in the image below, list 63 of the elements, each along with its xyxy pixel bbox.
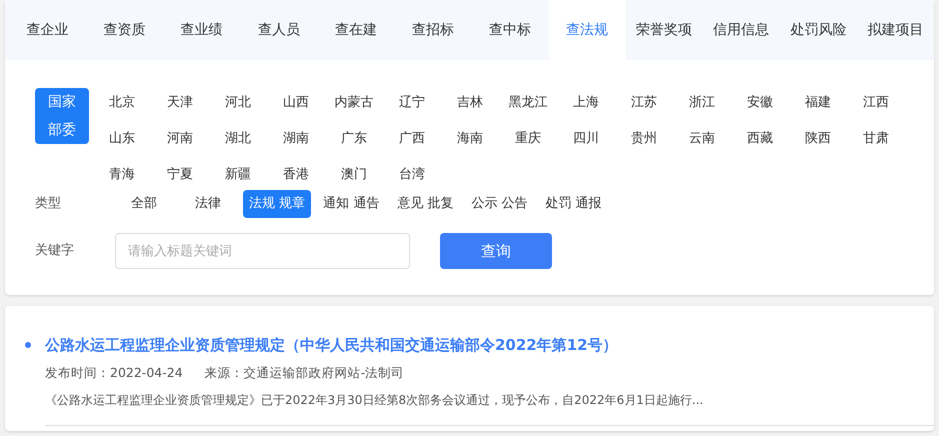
- type-option[interactable]: 法律: [189, 190, 227, 218]
- nav-tab[interactable]: 查中标: [471, 0, 549, 60]
- region-option[interactable]: 澳门: [337, 163, 371, 187]
- region-option[interactable]: 河北: [221, 91, 255, 115]
- region-option[interactable]: 湖南: [279, 127, 313, 151]
- region-option[interactable]: 贵州: [627, 127, 661, 151]
- region-option[interactable]: 辽宁: [395, 91, 429, 115]
- region-option[interactable]: 西藏: [743, 127, 777, 151]
- region-option[interactable]: 新疆: [221, 163, 255, 187]
- region-option[interactable]: 青海: [105, 163, 139, 187]
- nav-tab[interactable]: 查企业: [9, 0, 86, 60]
- nav-tab[interactable]: 查招标: [394, 0, 472, 60]
- nav-tab[interactable]: 荣誉奖项: [626, 0, 703, 60]
- type-option[interactable]: 意见 批复: [391, 190, 460, 218]
- result-summary: 《公路水运工程监理企业资质管理规定》已于2022年3月30日经第8次部务会议通过，现予公布，自2022年6月1日起施行...: [45, 392, 704, 409]
- type-option[interactable]: 全部: [125, 190, 163, 218]
- publish-date: 发布时间：2022-04-24: [45, 364, 183, 382]
- region-option[interactable]: 云南: [685, 127, 719, 151]
- region-option[interactable]: 海南: [453, 127, 487, 151]
- source-text: 来源：交通运输部政府网站-法制司: [204, 364, 404, 382]
- region-option[interactable]: 天津: [163, 91, 197, 115]
- nav-tab[interactable]: 查业绩: [163, 0, 240, 60]
- region-option[interactable]: 广东: [337, 127, 371, 151]
- region-option[interactable]: 陕西: [801, 127, 835, 151]
- filter-label: 类型: [35, 195, 62, 214]
- nav-tab[interactable]: 信用信息: [702, 0, 780, 60]
- region-option[interactable]: 四川: [569, 127, 603, 151]
- region-option[interactable]: 江西: [859, 91, 893, 115]
- search-button[interactable]: 查询: [440, 233, 552, 269]
- region-option[interactable]: 重庆: [511, 127, 545, 151]
- region-option[interactable]: 福建: [801, 91, 835, 115]
- region-option[interactable]: 广西: [395, 127, 429, 151]
- type-option[interactable]: 通知 通告: [317, 190, 386, 218]
- type-option[interactable]: 处罚 通报: [540, 190, 608, 218]
- nav-tab[interactable]: 处罚风险: [780, 0, 857, 60]
- nav-tab[interactable]: 查法规: [548, 0, 626, 60]
- nav-tab[interactable]: 拟建项目: [856, 0, 934, 60]
- region-option[interactable]: 内蒙古: [330, 91, 378, 115]
- type-option[interactable]: 法规 规章: [243, 190, 312, 218]
- nav-tab[interactable]: 查人员: [240, 0, 318, 60]
- nav-tab[interactable]: 查在建: [317, 0, 394, 60]
- region-option[interactable]: 黑龙江: [504, 91, 552, 115]
- type-option[interactable]: 公示 公告: [465, 190, 534, 218]
- region-option[interactable]: 吉林: [453, 91, 487, 115]
- region-option[interactable]: 北京: [105, 91, 139, 115]
- filter-label: 关键字: [35, 242, 75, 260]
- region-option[interactable]: 山西: [279, 91, 313, 115]
- region-option[interactable]: 安徽: [743, 91, 777, 115]
- region-button[interactable]: 国家部委: [35, 88, 89, 144]
- nav-tab[interactable]: 查资质: [86, 0, 164, 60]
- region-option[interactable]: 台湾: [395, 163, 429, 187]
- keyword-field[interactable]: 请输入标题关键词: [115, 233, 410, 269]
- region-option[interactable]: 江苏: [627, 91, 661, 115]
- region-option[interactable]: 湖北: [221, 127, 255, 151]
- region-option[interactable]: 浙江: [685, 91, 719, 115]
- region-option[interactable]: 香港: [279, 163, 313, 187]
- bullet-icon: [25, 342, 31, 348]
- region-option[interactable]: 山东: [105, 127, 139, 151]
- region-option[interactable]: 河南: [163, 127, 197, 151]
- region-option[interactable]: 上海: [569, 91, 603, 115]
- result-title-link[interactable]: 公路水运工程监理企业资质管理规定（中华人民共和国交通运输部令2022年第12号）: [45, 334, 934, 356]
- region-option[interactable]: 宁夏: [163, 163, 197, 187]
- region-option[interactable]: 甘肃: [859, 127, 893, 151]
